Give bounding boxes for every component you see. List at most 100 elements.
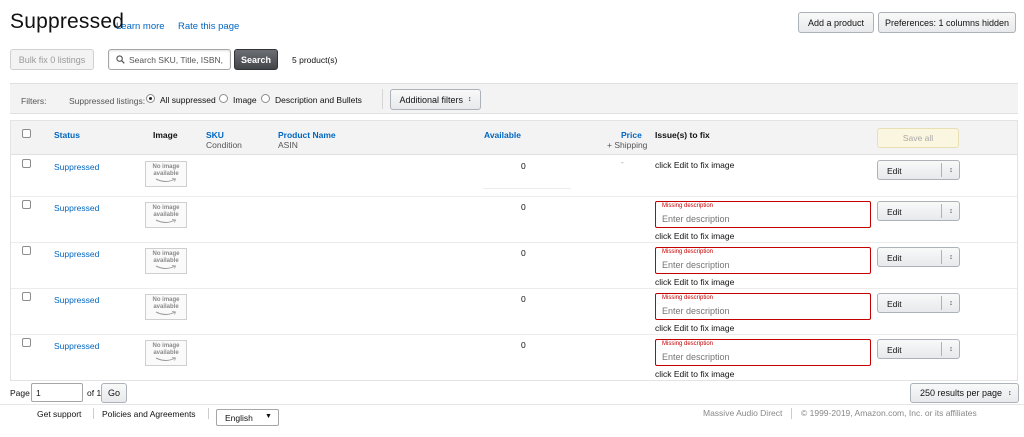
chevron-updown-icon[interactable]: ↕ xyxy=(944,297,958,310)
header-status[interactable]: Status xyxy=(54,130,80,140)
available-quantity: 0 xyxy=(521,161,526,171)
chevron-updown-icon[interactable]: ↕ xyxy=(944,164,958,177)
search-button[interactable]: Search xyxy=(234,49,278,70)
price-value: - xyxy=(621,157,624,167)
search-placeholder: Search SKU, Title, ISBN, xyxy=(129,54,224,65)
table-row: Suppressed No image available 0 Missing … xyxy=(11,243,1017,289)
chevron-updown-icon[interactable]: ↕ xyxy=(944,205,958,218)
edit-button-label[interactable]: Edit xyxy=(887,253,902,263)
rate-page-link[interactable]: Rate this page xyxy=(178,21,239,32)
additional-filters-button[interactable]: Additional filters ↕ xyxy=(390,89,481,110)
radio-description-bullets[interactable] xyxy=(261,94,270,103)
filters-label: Filters: xyxy=(21,96,47,106)
available-quantity: 0 xyxy=(521,248,526,258)
results-per-page-select[interactable]: 250 results per page ↕ xyxy=(910,383,1019,403)
issue-text: click Edit to fix image xyxy=(655,323,735,333)
edit-split-button[interactable]: Edit ↕ xyxy=(877,293,960,313)
add-product-button[interactable]: Add a product xyxy=(798,12,874,33)
radio-image-label[interactable]: Image xyxy=(233,95,257,105)
header-sku[interactable]: SKU xyxy=(206,130,224,140)
no-image-text-2: available xyxy=(153,257,179,264)
edit-divider xyxy=(941,250,942,264)
table-row: Suppressed No image available 0 Missing … xyxy=(11,197,1017,243)
edit-divider xyxy=(941,342,942,356)
edit-button-label[interactable]: Edit xyxy=(887,207,902,217)
smile-logo-icon xyxy=(155,311,177,315)
description-input[interactable] xyxy=(662,352,862,362)
go-button[interactable]: Go xyxy=(101,383,127,403)
available-divider xyxy=(483,188,571,189)
status-link[interactable]: Suppressed xyxy=(54,203,99,213)
no-image-placeholder: No image available xyxy=(145,161,187,187)
learn-more-link[interactable]: Learn more xyxy=(116,21,165,32)
search-input[interactable]: Search SKU, Title, ISBN, xyxy=(108,49,231,70)
description-field[interactable]: Missing description xyxy=(655,293,871,320)
missing-description-label: Missing description xyxy=(662,295,714,301)
chevron-updown-icon: ↕ xyxy=(1008,389,1012,397)
smile-logo-icon xyxy=(155,219,177,223)
row-checkbox[interactable] xyxy=(22,292,31,301)
filter-bar: Filters: Suppressed listings: All suppre… xyxy=(10,83,1018,114)
save-all-button[interactable]: Save all xyxy=(877,128,959,148)
radio-all-suppressed-label[interactable]: All suppressed xyxy=(160,95,216,105)
policies-link[interactable]: Policies and Agreements xyxy=(102,409,196,419)
description-field[interactable]: Missing description xyxy=(655,339,871,366)
chevron-updown-icon[interactable]: ↕ xyxy=(944,343,958,356)
language-select[interactable]: English ▼ xyxy=(216,409,279,426)
row-checkbox[interactable] xyxy=(22,159,31,168)
row-checkbox[interactable] xyxy=(22,200,31,209)
page-of-label: of 1 xyxy=(87,388,102,398)
missing-description-label: Missing description xyxy=(662,249,714,255)
status-link[interactable]: Suppressed xyxy=(54,341,99,351)
bulk-fix-button[interactable]: Bulk fix 0 listings xyxy=(10,49,94,70)
header-product-name[interactable]: Product Name xyxy=(278,130,336,140)
edit-button-label[interactable]: Edit xyxy=(887,166,902,176)
preferences-button[interactable]: Preferences: 1 columns hidden xyxy=(878,12,1016,33)
description-input[interactable] xyxy=(662,260,862,270)
copyright-text: © 1999-2019, Amazon.com, Inc. or its aff… xyxy=(801,408,977,418)
no-image-placeholder: No image available xyxy=(145,294,187,320)
table-row: Suppressed No image available 0 Missing … xyxy=(11,335,1017,381)
radio-image[interactable] xyxy=(219,94,228,103)
available-quantity: 0 xyxy=(521,294,526,304)
edit-split-button[interactable]: Edit ↕ xyxy=(877,201,960,221)
get-support-link[interactable]: Get support xyxy=(37,409,81,419)
row-checkbox[interactable] xyxy=(22,246,31,255)
language-value: English xyxy=(225,413,253,423)
issue-text: click Edit to fix image xyxy=(655,231,735,241)
edit-button-label[interactable]: Edit xyxy=(887,345,902,355)
chevron-updown-icon[interactable]: ↕ xyxy=(944,251,958,264)
listings-table: Status Image SKU Condition Product Name … xyxy=(10,120,1018,381)
radio-description-bullets-label[interactable]: Description and Bullets xyxy=(275,95,362,105)
description-field[interactable]: Missing description xyxy=(655,201,871,228)
row-checkbox[interactable] xyxy=(22,338,31,347)
radio-all-suppressed[interactable] xyxy=(146,94,155,103)
edit-split-button[interactable]: Edit ↕ xyxy=(877,160,960,180)
smile-logo-icon xyxy=(155,265,177,269)
description-input[interactable] xyxy=(662,214,862,224)
no-image-text-2: available xyxy=(153,211,179,218)
status-link[interactable]: Suppressed xyxy=(54,295,99,305)
status-link[interactable]: Suppressed xyxy=(54,162,99,172)
status-link[interactable]: Suppressed xyxy=(54,249,99,259)
no-image-placeholder: No image available xyxy=(145,248,187,274)
edit-split-button[interactable]: Edit ↕ xyxy=(877,339,960,359)
footer-divider xyxy=(208,408,209,419)
header-condition: Condition xyxy=(206,140,242,150)
missing-description-label: Missing description xyxy=(662,341,714,347)
description-input[interactable] xyxy=(662,306,862,316)
filter-divider xyxy=(382,89,383,109)
header-available[interactable]: Available xyxy=(484,130,521,140)
issue-text: click Edit to fix image xyxy=(655,277,735,287)
no-image-placeholder: No image available xyxy=(145,340,187,366)
page-label: Page xyxy=(10,388,30,398)
page-number-input[interactable] xyxy=(31,383,83,402)
description-field[interactable]: Missing description xyxy=(655,247,871,274)
header-price[interactable]: Price xyxy=(621,130,642,140)
edit-button-label[interactable]: Edit xyxy=(887,299,902,309)
suppressed-listings-label: Suppressed listings: xyxy=(69,96,146,106)
smile-logo-icon xyxy=(155,357,177,361)
select-all-checkbox[interactable] xyxy=(22,129,31,138)
no-image-text-2: available xyxy=(153,170,179,177)
edit-split-button[interactable]: Edit ↕ xyxy=(877,247,960,267)
